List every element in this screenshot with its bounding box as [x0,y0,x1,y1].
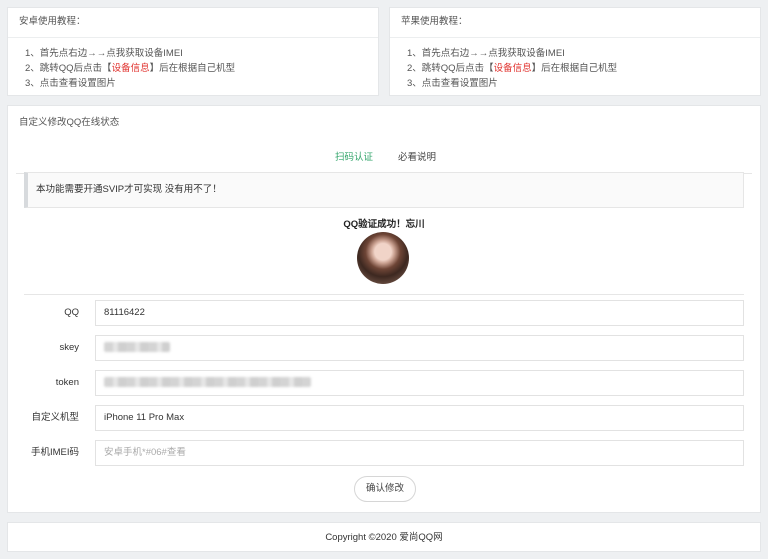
model-input[interactable]: iPhone 11 Pro Max [95,405,744,431]
qq-input[interactable]: 81116422 [95,300,744,326]
svip-notice: 本功能需要开通SVIP才可实现 没有用不了！ [24,172,744,208]
qq-status-panel: 自定义修改QQ在线状态 扫码认证 必看说明 本功能需要开通SVIP才可实现 没有… [7,105,761,513]
token-input[interactable] [95,370,744,396]
apple-device-info-link[interactable]: 设备信息 [494,63,532,74]
copyright-text: Copyright ©2020 爱尚QQ网 [325,532,443,543]
verify-success-message: QQ验证成功！忘川 [343,219,425,230]
imei-input[interactable]: 安卓手机*#06#查看 [95,440,744,466]
model-label: 自定义机型 [31,412,79,423]
apple-step-2: 2、跳转QQ后点击【设备信息】后在根据自己机型 [407,61,760,76]
imei-label: 手机IMEI码 [30,447,79,458]
skey-redacted-value [104,342,170,353]
android-step-2: 2、跳转QQ后点击【设备信息】后在根据自己机型 [25,61,378,76]
footer: Copyright ©2020 爱尚QQ网 [7,522,761,552]
token-label: token [55,377,79,388]
apple-step-2-suffix: 】后在根据自己机型 [531,63,618,74]
divider [24,294,744,295]
panel-title: 自定义修改QQ在线状态 [19,117,120,128]
form-row-imei: 手机IMEI码 安卓手机*#06#查看 [8,440,760,466]
android-step-3[interactable]: 3、点击查看设置图片 [25,76,378,91]
form-row-qq: QQ 81116422 [8,300,760,326]
form-row-model: 自定义机型 iPhone 11 Pro Max [8,405,760,431]
tab-scan-auth[interactable]: 扫码认证 [335,150,374,174]
token-redacted-value [104,377,311,388]
confirm-modify-button[interactable]: 确认修改 [354,476,416,502]
android-tutorial-title: 安卓使用教程： [8,8,378,38]
skey-label: skey [59,342,79,353]
avatar [357,232,409,284]
form-row-token: token [8,370,760,396]
tab-bar: 扫码认证 必看说明 [16,144,752,174]
android-step-1: 1、首先点右边→→点我获取设备IMEI [25,48,183,59]
android-step-2-suffix: 】后在根据自己机型 [149,63,236,74]
form-row-skey: skey [8,335,760,361]
android-tutorial-card: 安卓使用教程： 1、首先点右边→→点我获取设备IMEI 2、跳转QQ后点击【设备… [7,7,379,96]
tab-must-read[interactable]: 必看说明 [398,150,436,174]
apple-tutorial-card: 苹果使用教程： 1、首先点右边→→点我获取设备IMEI 2、跳转QQ后点击【设备… [389,7,761,96]
imei-placeholder: 安卓手机*#06#查看 [104,447,186,458]
android-step-2-prefix: 2、跳转QQ后点击【 [25,63,112,74]
apple-step-1: 1、首先点右边→→点我获取设备IMEI [407,48,565,59]
apple-tutorial-title: 苹果使用教程： [390,8,760,38]
android-device-info-link[interactable]: 设备信息 [112,63,150,74]
qq-label: QQ [64,307,79,318]
skey-input[interactable] [95,335,744,361]
apple-step-2-prefix: 2、跳转QQ后点击【 [407,63,494,74]
apple-step-3[interactable]: 3、点击查看设置图片 [407,76,760,91]
